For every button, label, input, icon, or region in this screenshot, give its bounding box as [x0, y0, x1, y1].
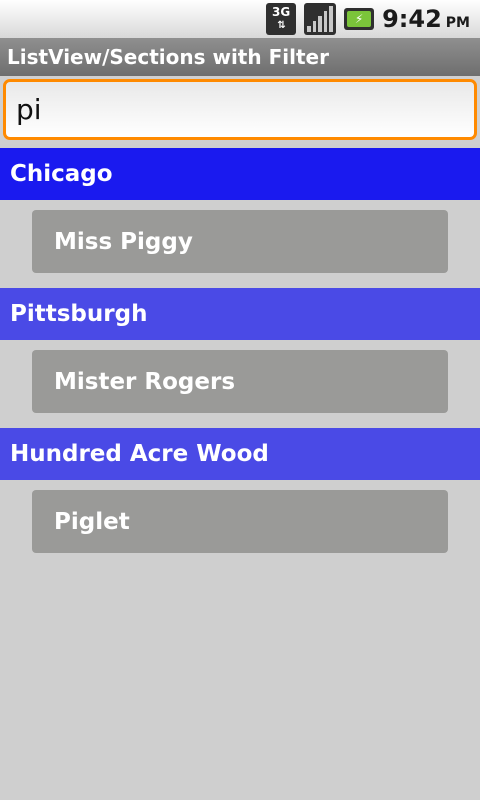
title-bar: ListView/Sections with Filter [0, 38, 480, 76]
search-area [0, 76, 480, 144]
list-item[interactable]: Mister Rogers [32, 350, 448, 413]
status-bar: 3G ⇅ ⚡ 9:42 PM [0, 0, 480, 38]
section-pittsburgh: Pittsburgh Mister Rogers [0, 288, 480, 428]
section-body: Piglet [0, 480, 480, 568]
status-clock: 9:42 PM [382, 5, 470, 33]
section-header-label: Pittsburgh [10, 301, 148, 327]
page-title: ListView/Sections with Filter [7, 45, 329, 69]
list-item-label: Miss Piggy [54, 228, 193, 255]
battery-charging-icon: ⚡ [344, 8, 375, 30]
clock-ampm: PM [445, 15, 470, 31]
section-body: Mister Rogers [0, 340, 480, 428]
list-item[interactable]: Miss Piggy [32, 210, 448, 273]
list-item-label: Piglet [54, 508, 130, 535]
section-hundred-acre-wood: Hundred Acre Wood Piglet [0, 428, 480, 568]
section-header: Hundred Acre Wood [0, 428, 480, 480]
network-3g-icon: 3G ⇅ [266, 3, 297, 35]
filter-search-input[interactable] [3, 79, 477, 140]
list-item-label: Mister Rogers [54, 368, 236, 395]
section-chicago: Chicago Miss Piggy [0, 148, 480, 288]
clock-time: 9:42 [382, 5, 442, 33]
battery-bolt-glyph: ⚡ [347, 11, 372, 27]
section-header-label: Hundred Acre Wood [10, 441, 269, 467]
network-arrows-glyph: ⇅ [277, 20, 285, 31]
sectioned-list: Chicago Miss Piggy Pittsburgh Mister Rog… [0, 148, 480, 568]
signal-strength-icon [304, 3, 337, 35]
section-header-label: Chicago [10, 161, 113, 187]
section-body: Miss Piggy [0, 200, 480, 288]
list-item[interactable]: Piglet [32, 490, 448, 553]
network-type-label: 3G [271, 5, 291, 19]
section-header: Chicago [0, 148, 480, 200]
section-header: Pittsburgh [0, 288, 480, 340]
